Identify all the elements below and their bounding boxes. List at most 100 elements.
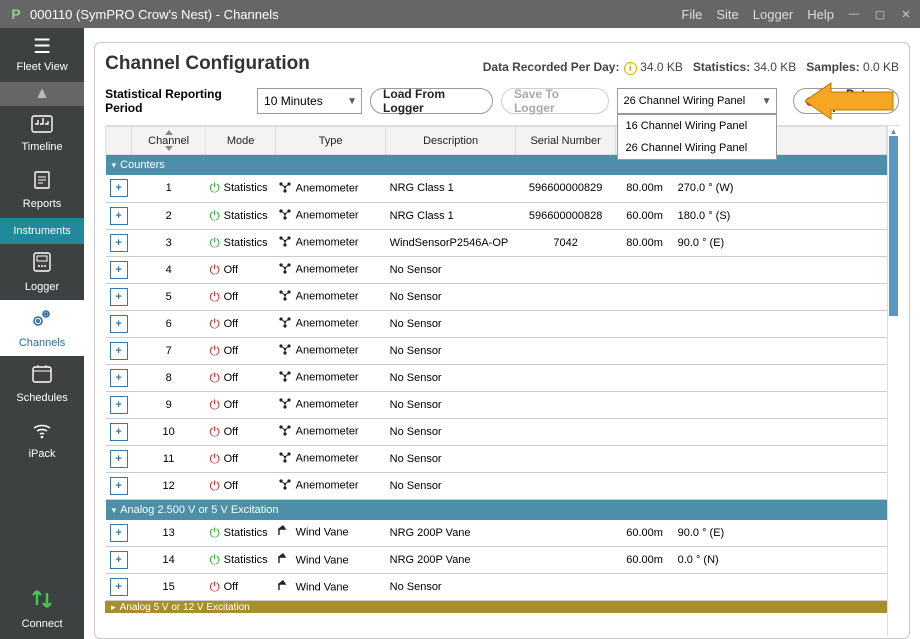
cell-height xyxy=(616,445,674,472)
cell-description: No Sensor xyxy=(386,472,516,499)
expand-row-button[interactable]: + xyxy=(110,551,128,569)
power-icon: ⏻ xyxy=(208,424,222,440)
expand-row-button[interactable]: + xyxy=(110,288,128,306)
cell-mode: ⏻Off xyxy=(206,310,276,337)
column-serial[interactable]: Serial Number xyxy=(516,127,616,155)
cell-serial xyxy=(516,574,616,601)
expand-row-button[interactable]: + xyxy=(110,261,128,279)
column-mode[interactable]: Mode xyxy=(206,127,276,155)
transfer-arrows-icon xyxy=(29,588,55,614)
config-toolbar: Statistical Reporting Period 10 Minutes … xyxy=(105,81,899,125)
window-minimize-icon[interactable]: — xyxy=(846,8,862,21)
expand-row-button[interactable]: + xyxy=(110,369,128,387)
window-maximize-icon[interactable]: ▢ xyxy=(872,8,888,21)
power-icon: ⏻ xyxy=(208,370,222,386)
power-icon: ⏻ xyxy=(208,397,222,413)
channel-row[interactable]: +2⏻StatisticsAnemometerNRG Class 1596600… xyxy=(106,202,887,229)
scroll-up-icon[interactable]: ▴ xyxy=(888,126,899,136)
sidebar-item-ipack[interactable]: iPack xyxy=(0,412,84,468)
reporting-period-dropdown[interactable]: 10 Minutes ▼ xyxy=(257,88,362,114)
cell-channel: 15 xyxy=(132,574,206,601)
cell-bearing xyxy=(674,574,759,601)
menu-site[interactable]: Site xyxy=(716,7,738,22)
expand-row-button[interactable]: + xyxy=(110,524,128,542)
cell-type: Anemometer xyxy=(276,256,386,283)
vertical-scrollbar[interactable]: ▴ xyxy=(887,126,899,636)
sidebar-item-reports[interactable]: Reports xyxy=(0,162,84,218)
group-header-analog-12v[interactable]: ▸Analog 5 V or 12 V Excitation xyxy=(105,601,887,613)
channel-row[interactable]: +12⏻OffAnemometerNo Sensor xyxy=(106,472,887,499)
sidebar-label: iPack xyxy=(29,448,56,460)
channel-row[interactable]: +13⏻StatisticsWind VaneNRG 200P Vane60.0… xyxy=(106,520,887,547)
anemometer-icon xyxy=(278,343,293,358)
expand-row-button[interactable]: + xyxy=(110,179,128,197)
expand-row-button[interactable]: + xyxy=(110,342,128,360)
channel-row[interactable]: +11⏻OffAnemometerNo Sensor xyxy=(106,445,887,472)
group-header[interactable]: ▾Analog 2.500 V or 5 V Excitation xyxy=(106,499,887,520)
channel-grid[interactable]: Channel Mode Type Description Serial Num… xyxy=(105,126,887,636)
cell-bearing xyxy=(674,337,759,364)
sidebar-item-schedules[interactable]: Schedules xyxy=(0,356,84,412)
cell-channel: 12 xyxy=(132,472,206,499)
sidebar-collapse-toggle[interactable]: ▲ xyxy=(0,82,84,106)
expand-row-button[interactable]: + xyxy=(110,396,128,414)
info-icon[interactable]: i xyxy=(624,62,637,75)
menu-logger[interactable]: Logger xyxy=(753,7,793,22)
channel-row[interactable]: +14⏻StatisticsWind VaneNRG 200P Vane60.0… xyxy=(106,547,887,574)
menu-help[interactable]: Help xyxy=(807,7,834,22)
cell-type: Anemometer xyxy=(276,364,386,391)
anemometer-icon xyxy=(278,181,293,196)
anemometer-icon xyxy=(278,478,293,493)
sidebar-item-fleet-view[interactable]: ☰ Fleet View xyxy=(0,28,84,82)
cell-description: NRG 200P Vane xyxy=(386,520,516,547)
expand-row-button[interactable]: + xyxy=(110,450,128,468)
channel-row[interactable]: +8⏻OffAnemometerNo Sensor xyxy=(106,364,887,391)
window-titlebar: P 000110 (SymPRO Crow's Nest) - Channels… xyxy=(0,0,920,28)
scroll-thumb[interactable] xyxy=(889,136,898,316)
channel-row[interactable]: +5⏻OffAnemometerNo Sensor xyxy=(106,283,887,310)
expand-row-button[interactable]: + xyxy=(110,477,128,495)
expand-row-button[interactable]: + xyxy=(110,234,128,252)
sidebar-label: Logger xyxy=(25,281,59,293)
cell-mode: ⏻Off xyxy=(206,364,276,391)
channel-row[interactable]: +1⏻StatisticsAnemometerNRG Class 1596600… xyxy=(106,175,887,202)
cell-mode: ⏻Statistics xyxy=(206,202,276,229)
cell-bearing xyxy=(674,472,759,499)
channel-row[interactable]: +4⏻OffAnemometerNo Sensor xyxy=(106,256,887,283)
expand-row-button[interactable]: + xyxy=(110,423,128,441)
channel-row[interactable]: +9⏻OffAnemometerNo Sensor xyxy=(106,391,887,418)
expand-row-button[interactable]: + xyxy=(110,578,128,596)
document-icon xyxy=(32,170,52,194)
wifi-icon xyxy=(31,420,53,444)
channel-row[interactable]: +15⏻OffWind VaneNo Sensor xyxy=(106,574,887,601)
cell-description: WindSensorP2546A-OP xyxy=(386,229,516,256)
load-from-logger-button[interactable]: Load From Logger xyxy=(370,88,493,114)
expand-row-button[interactable]: + xyxy=(110,207,128,225)
window-close-icon[interactable]: ✕ xyxy=(898,8,914,21)
column-channel[interactable]: Channel xyxy=(132,127,206,155)
sidebar-item-timeline[interactable]: Timeline xyxy=(0,106,84,162)
cell-height xyxy=(616,472,674,499)
channel-row[interactable]: +10⏻OffAnemometerNo Sensor xyxy=(106,418,887,445)
cell-channel: 5 xyxy=(132,283,206,310)
wiring-option-26[interactable]: 26 Channel Wiring Panel xyxy=(618,137,776,159)
cell-description: No Sensor xyxy=(386,445,516,472)
cell-height xyxy=(616,310,674,337)
cell-serial xyxy=(516,520,616,547)
wiring-option-16[interactable]: 16 Channel Wiring Panel xyxy=(618,115,776,137)
channel-row[interactable]: +7⏻OffAnemometerNo Sensor xyxy=(106,337,887,364)
sidebar-item-logger[interactable]: Logger xyxy=(0,244,84,300)
cell-channel: 2 xyxy=(132,202,206,229)
sidebar-item-channels[interactable]: Channels xyxy=(0,300,84,356)
column-type[interactable]: Type xyxy=(276,127,386,155)
column-description[interactable]: Description xyxy=(386,127,516,155)
sidebar-item-connect[interactable]: Connect xyxy=(0,579,84,639)
cell-serial xyxy=(516,310,616,337)
expand-row-button[interactable]: + xyxy=(110,315,128,333)
channel-row[interactable]: +6⏻OffAnemometerNo Sensor xyxy=(106,310,887,337)
wiring-panel-dropdown[interactable]: 26 Channel Wiring Panel ▼ 16 Channel Wir… xyxy=(617,88,777,114)
app-logo-icon: P xyxy=(6,4,26,24)
channel-row[interactable]: +3⏻StatisticsAnemometerWindSensorP2546A-… xyxy=(106,229,887,256)
menu-file[interactable]: File xyxy=(681,7,702,22)
wind-vane-icon xyxy=(278,525,293,540)
